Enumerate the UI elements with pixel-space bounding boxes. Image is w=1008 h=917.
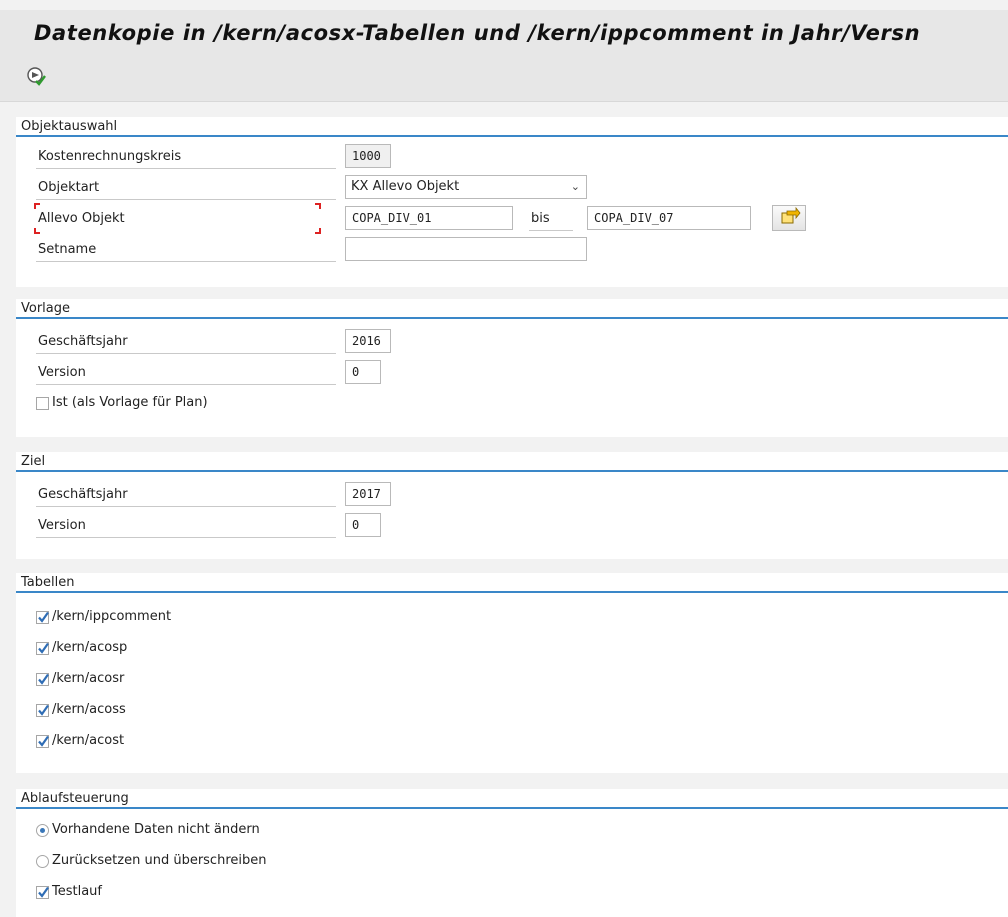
toolbar xyxy=(0,56,1008,102)
acosr-checkbox[interactable] xyxy=(36,672,49,686)
required-marker xyxy=(315,203,321,209)
label-objektart: Objektart xyxy=(36,175,336,200)
reset-overwrite-radio[interactable] xyxy=(36,854,49,868)
keep-data-label: Vorhandene Daten nicht ändern xyxy=(52,822,260,837)
table-checkbox-row[interactable]: /kern/acoss xyxy=(36,699,126,721)
ist-checkbox[interactable] xyxy=(36,396,49,410)
group-header-ablaufsteuerung: Ablaufsteuerung xyxy=(16,789,1008,809)
vorlage-geschaeftsjahr-input[interactable]: 2016 xyxy=(345,329,391,353)
group-vorlage: Vorlage Geschäftsjahr 2016 Version 0 Ist… xyxy=(16,299,1008,437)
table-checkbox-row[interactable]: /kern/acosr xyxy=(36,668,124,690)
ziel-version-input[interactable]: 0 xyxy=(345,513,381,537)
testlauf-checkbox[interactable] xyxy=(36,885,49,899)
checkmark-icon xyxy=(38,704,49,716)
testlauf-checkbox-row[interactable]: Testlauf xyxy=(36,881,102,903)
execute-icon xyxy=(27,67,46,86)
checkmark-icon xyxy=(38,886,49,898)
group-ablaufsteuerung: Ablaufsteuerung Vorhandene Daten nicht ä… xyxy=(16,789,1008,917)
page-title: Datenkopie in /kern/acosx-Tabellen und /… xyxy=(34,21,921,45)
allevo-objekt-text: Allevo Objekt xyxy=(38,211,125,226)
multiple-selection-icon xyxy=(781,206,801,224)
label-allevo-objekt: Allevo Objekt xyxy=(36,206,322,231)
ist-checkbox-row[interactable]: Ist (als Vorlage für Plan) xyxy=(36,392,208,414)
table-checkbox-row[interactable]: /kern/ippcomment xyxy=(36,606,171,628)
ist-label: Ist (als Vorlage für Plan) xyxy=(52,395,208,410)
group-header-ziel: Ziel xyxy=(16,452,1008,472)
required-marker xyxy=(34,203,40,209)
checkmark-icon xyxy=(38,735,49,747)
kostenrechnungskreis-field: 1000 xyxy=(345,144,391,168)
checkmark-icon xyxy=(38,642,49,654)
allevo-from-input[interactable]: COPA_DIV_01 xyxy=(345,206,513,230)
acoss-checkbox[interactable] xyxy=(36,703,49,717)
ippcomment-checkbox[interactable] xyxy=(36,610,49,624)
radio-row-reset[interactable]: Zurücksetzen und überschreiben xyxy=(36,850,266,872)
label-ziel-version: Version xyxy=(36,513,336,538)
checkmark-icon xyxy=(38,673,49,685)
objektart-select[interactable]: KX Allevo Objekt ⌄ xyxy=(345,175,587,199)
multiple-selection-button[interactable] xyxy=(772,205,806,231)
table-checkbox-row[interactable]: /kern/acost xyxy=(36,730,124,752)
table-label: /kern/acosr xyxy=(52,671,125,686)
table-label: /kern/acoss xyxy=(52,702,126,717)
table-label: /kern/ippcomment xyxy=(52,609,172,624)
ziel-geschaeftsjahr-input[interactable]: 2017 xyxy=(345,482,391,506)
group-header-tabellen: Tabellen xyxy=(16,573,1008,593)
required-marker xyxy=(34,228,40,234)
label-vorlage-geschaeftsjahr: Geschäftsjahr xyxy=(36,329,336,354)
acost-checkbox[interactable] xyxy=(36,734,49,748)
group-header-objektauswahl: Objektauswahl xyxy=(16,117,1008,137)
group-header-vorlage: Vorlage xyxy=(16,299,1008,319)
table-label: /kern/acost xyxy=(52,733,125,748)
execute-button[interactable] xyxy=(24,64,50,90)
label-setname: Setname xyxy=(36,237,336,262)
vorlage-version-input[interactable]: 0 xyxy=(345,360,381,384)
table-label: /kern/acosp xyxy=(52,640,128,655)
chevron-down-icon: ⌄ xyxy=(570,180,580,193)
checkmark-icon xyxy=(38,611,49,623)
group-objektauswahl: Objektauswahl Kostenrechnungskreis 1000 … xyxy=(16,117,1008,287)
group-tabellen: Tabellen /kern/ippcomment /kern/acosp /k… xyxy=(16,573,1008,773)
required-marker xyxy=(315,228,321,234)
radio-selected-dot xyxy=(40,827,45,833)
objektart-value: KX Allevo Objekt xyxy=(351,179,460,194)
testlauf-label: Testlauf xyxy=(52,884,102,899)
label-vorlage-version: Version xyxy=(36,360,336,385)
acosp-checkbox[interactable] xyxy=(36,641,49,655)
radio-row-keep-data[interactable]: Vorhandene Daten nicht ändern xyxy=(36,819,260,841)
group-ziel: Ziel Geschäftsjahr 2017 Version 0 xyxy=(16,452,1008,559)
keep-data-radio[interactable] xyxy=(36,823,49,837)
label-ziel-geschaeftsjahr: Geschäftsjahr xyxy=(36,482,336,507)
reset-overwrite-label: Zurücksetzen und überschreiben xyxy=(52,853,267,868)
label-bis: bis xyxy=(529,206,573,231)
table-checkbox-row[interactable]: /kern/acosp xyxy=(36,637,127,659)
label-kostenrechnungskreis: Kostenrechnungskreis xyxy=(36,144,336,169)
title-bar: Datenkopie in /kern/acosx-Tabellen und /… xyxy=(0,10,1008,56)
setname-input[interactable] xyxy=(345,237,587,261)
allevo-to-input[interactable]: COPA_DIV_07 xyxy=(587,206,751,230)
